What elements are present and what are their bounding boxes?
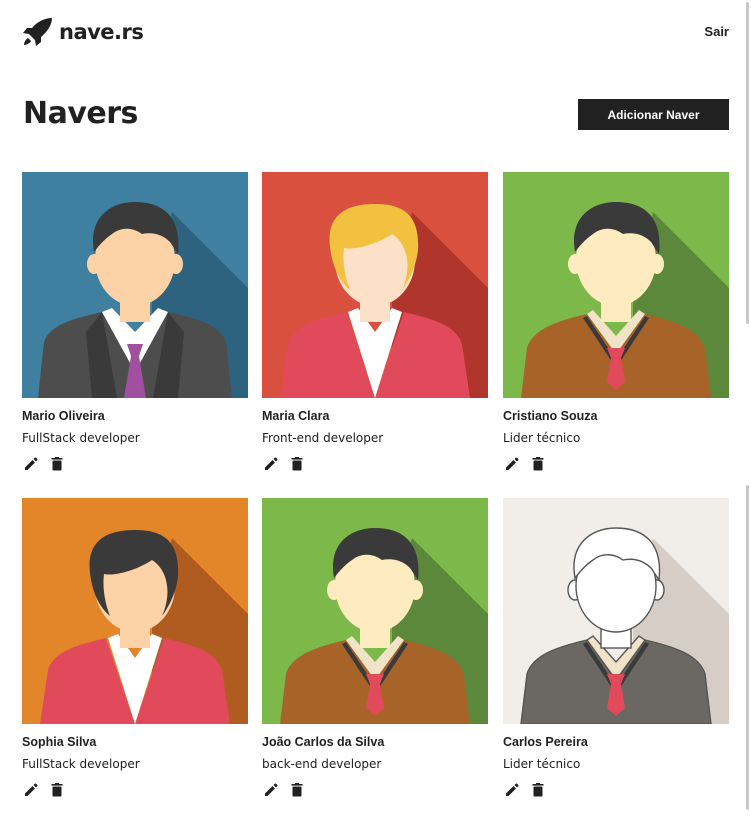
naver-role: Lider técnico: [503, 431, 581, 445]
pencil-icon[interactable]: [503, 455, 521, 473]
scrollbar-thumb[interactable]: [746, 2, 749, 324]
naver-photo[interactable]: [262, 172, 488, 398]
app-header: nave.rs Sair: [0, 0, 751, 64]
naver-name: João Carlos da Silva: [262, 735, 385, 749]
naver-name: Cristiano Souza: [503, 409, 598, 423]
naver-photo[interactable]: [503, 172, 729, 398]
naver-name: Sophia Silva: [22, 735, 97, 749]
naver-card[interactable]: Mario Oliveira FullStack developer: [22, 172, 248, 473]
naver-role: back-end developer: [262, 757, 382, 771]
naver-role: FullStack developer: [22, 431, 140, 445]
naver-card[interactable]: João Carlos da Silva back-end developer: [262, 498, 488, 799]
naver-role: Front-end developer: [262, 431, 384, 445]
naver-photo[interactable]: [22, 172, 248, 398]
add-naver-button[interactable]: Adicionar Naver: [578, 99, 729, 130]
trash-icon[interactable]: [48, 455, 66, 473]
naver-photo[interactable]: [262, 498, 488, 724]
trash-icon[interactable]: [48, 781, 66, 799]
trash-icon[interactable]: [529, 455, 547, 473]
naver-actions: [503, 781, 729, 799]
logo[interactable]: nave.rs: [22, 17, 144, 47]
naver-name: Maria Clara: [262, 409, 330, 423]
pencil-icon[interactable]: [22, 455, 40, 473]
naver-actions: [22, 781, 248, 799]
pencil-icon[interactable]: [503, 781, 521, 799]
naver-card[interactable]: Cristiano Souza Lider técnico: [503, 172, 729, 473]
naver-actions: [262, 781, 488, 799]
naver-photo[interactable]: [22, 498, 248, 724]
pencil-icon[interactable]: [22, 781, 40, 799]
trash-icon[interactable]: [529, 781, 547, 799]
naver-role: Lider técnico: [503, 757, 581, 771]
naver-name: Carlos Pereira: [503, 735, 588, 749]
naver-card[interactable]: Carlos Pereira Lider técnico: [503, 498, 729, 799]
naver-photo[interactable]: [503, 498, 729, 724]
naver-actions: [262, 455, 488, 473]
naver-card[interactable]: Maria Clara Front-end developer: [262, 172, 488, 473]
trash-icon[interactable]: [288, 455, 306, 473]
page-title: Navers: [23, 96, 138, 131]
scrollbar-thumb-secondary[interactable]: [746, 485, 749, 810]
naver-name: Mario Oliveira: [22, 409, 105, 423]
pencil-icon[interactable]: [262, 455, 280, 473]
rocket-icon: [23, 18, 52, 46]
naver-role: FullStack developer: [22, 757, 140, 771]
trash-icon[interactable]: [288, 781, 306, 799]
logo-text: nave.rs: [59, 20, 144, 44]
logout-link[interactable]: Sair: [704, 24, 729, 39]
naver-card[interactable]: Sophia Silva FullStack developer: [22, 498, 248, 799]
naver-actions: [22, 455, 248, 473]
naver-actions: [503, 455, 729, 473]
pencil-icon[interactable]: [262, 781, 280, 799]
